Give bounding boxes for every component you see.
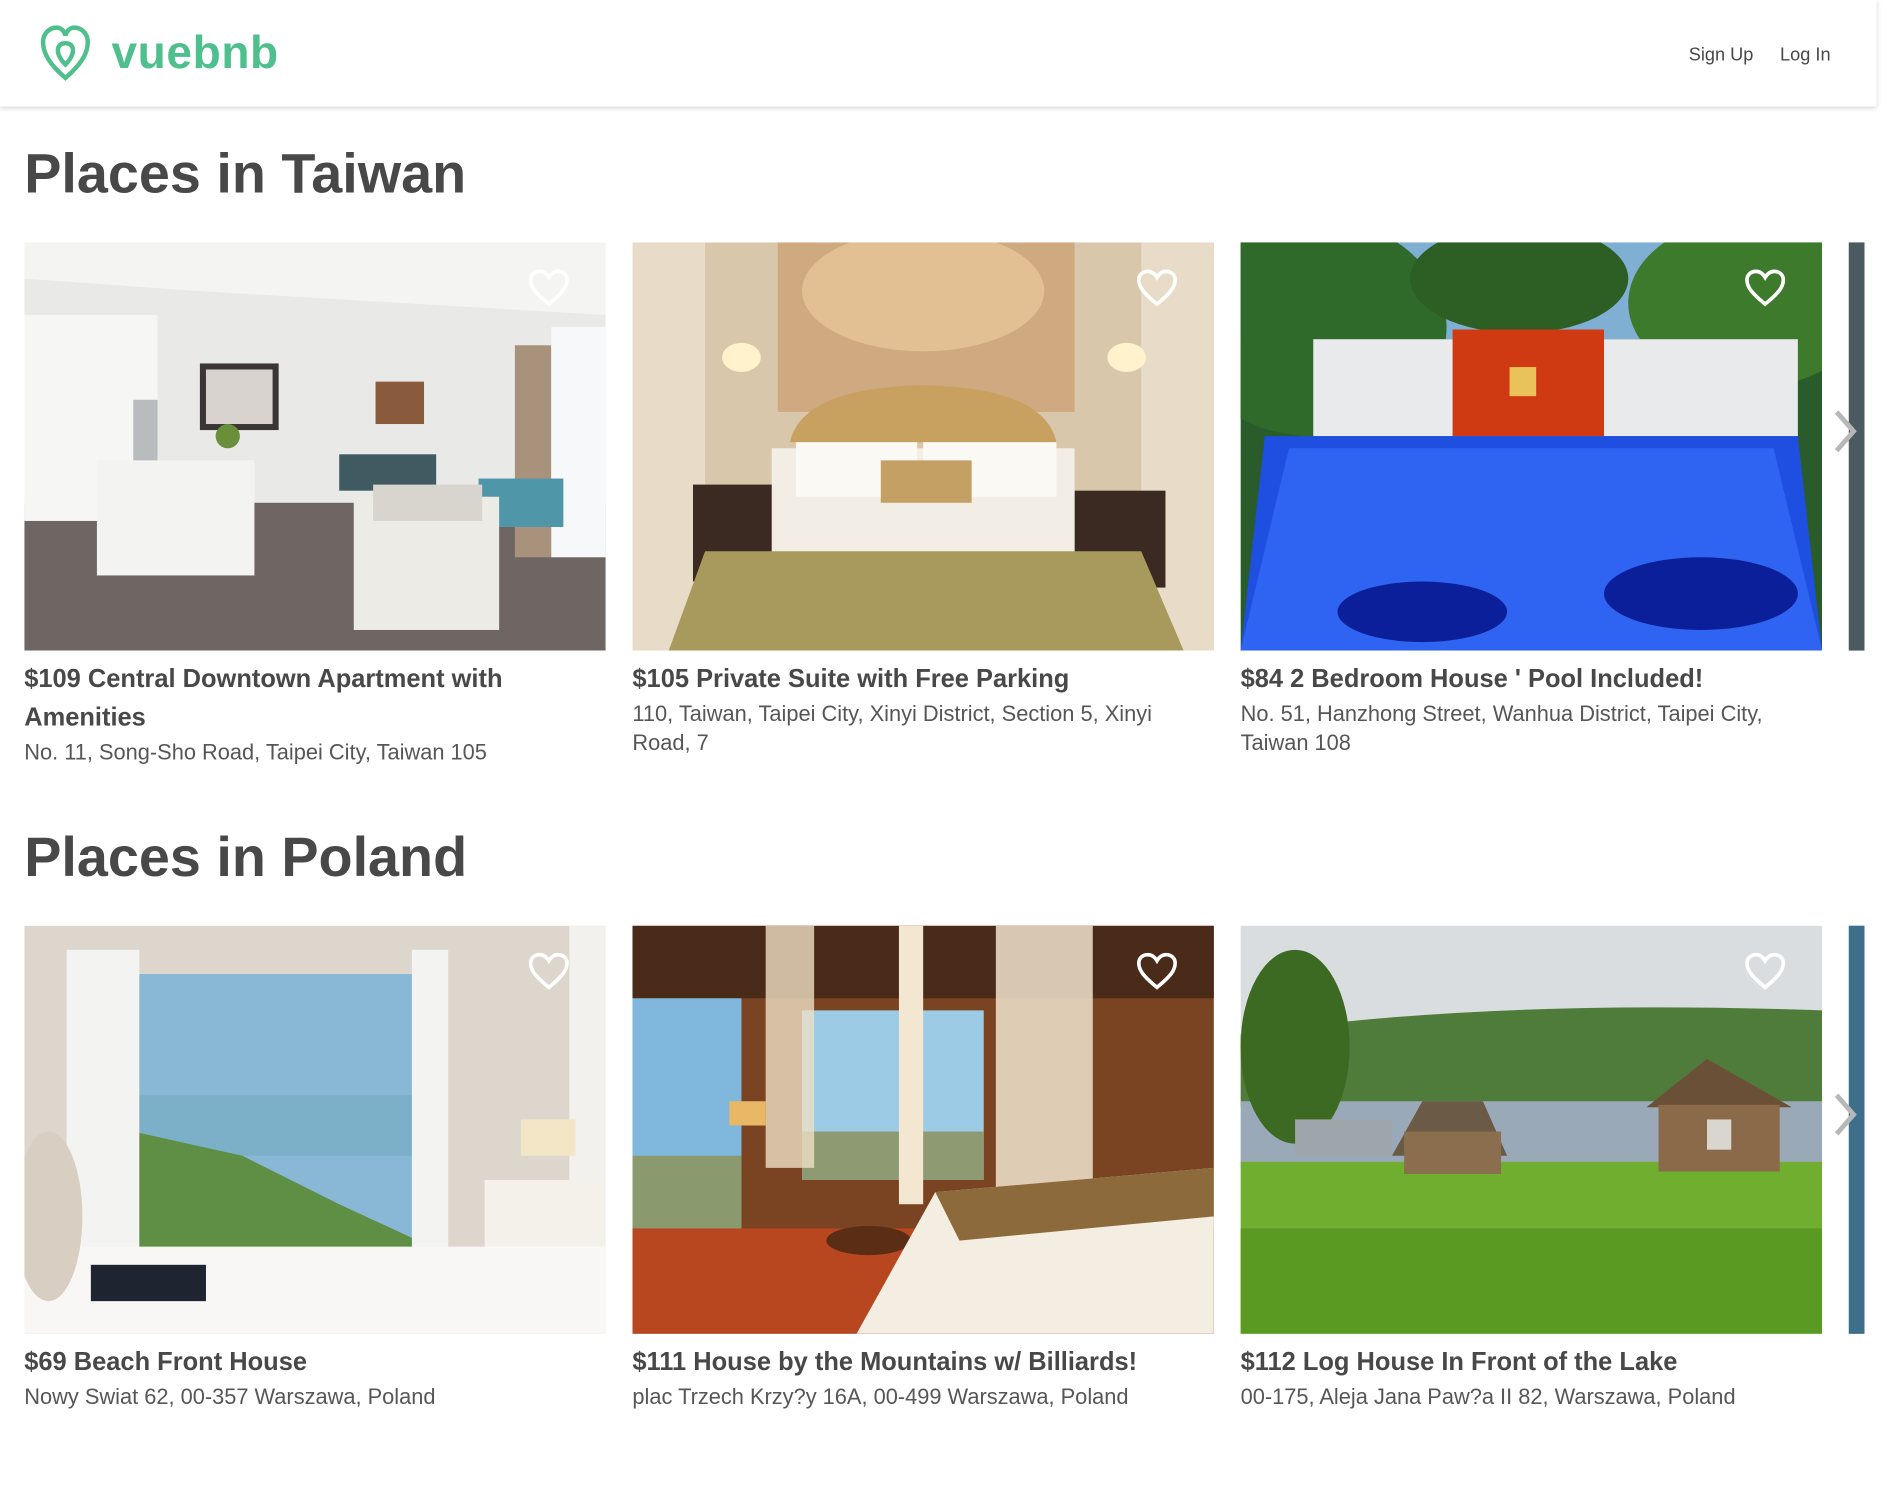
listing-title[interactable]: $69 Beach Front House: [24, 1344, 606, 1383]
signup-link[interactable]: Sign Up: [1689, 45, 1754, 66]
listing-image-canopy-bedroom[interactable]: [632, 925, 1214, 1334]
section-heading: Places in Poland: [24, 825, 468, 889]
listing-image-lake-cabins[interactable]: [1240, 925, 1823, 1334]
heart-icon[interactable]: [528, 952, 569, 991]
listing-address: 110, Taiwan, Taipei City, Xinyi District…: [632, 701, 1152, 755]
listing-card[interactable]: $84 2 Bedroom House ' Pool Included! No.…: [1240, 242, 1823, 757]
section-heading: Places in Taiwan: [24, 141, 467, 205]
site-header: vuebnb Sign Up Log In: [0, 0, 1877, 107]
heart-icon[interactable]: [1136, 269, 1177, 308]
listing-title[interactable]: $112 Log House In Front of the Lake: [1241, 1344, 1823, 1383]
listing-image-hotel-bedroom[interactable]: [632, 242, 1214, 651]
page: vuebnb Sign Up Log In Places in Taiwan $…: [0, 0, 1889, 1448]
listing-address: Nowy Swiat 62, 00-357 Warszawa, Poland: [24, 1384, 436, 1409]
listing-title[interactable]: $105 Private Suite with Free Parking: [632, 660, 1214, 699]
listing-address: 00-175, Aleja Jana Paw?a II 82, Warszawa…: [1240, 1384, 1736, 1409]
vuebnb-logo-icon: [40, 25, 91, 81]
login-link[interactable]: Log In: [1780, 45, 1831, 66]
listing-card[interactable]: $111 House by the Mountains w/ Billiards…: [632, 925, 1214, 1412]
listing-image-blue-pool[interactable]: [1240, 242, 1823, 651]
heart-icon[interactable]: [1136, 952, 1177, 991]
brand-logo[interactable]: vuebnb: [36, 24, 278, 82]
heart-icon[interactable]: [1745, 269, 1786, 308]
listing-card[interactable]: $109 Central Downtown Apartment with Ame…: [24, 242, 606, 767]
listing-address: No. 11, Song-Sho Road, Taipei City, Taiw…: [24, 740, 487, 765]
listing-title[interactable]: $111 House by the Mountains w/ Billiards…: [632, 1344, 1214, 1383]
listing-carousel: $69 Beach Front House Nowy Swiat 62, 00-…: [24, 925, 1865, 1507]
listing-card[interactable]: $112 Log House In Front of the Lake 00-1…: [1240, 925, 1823, 1412]
heart-icon[interactable]: [1745, 952, 1786, 991]
brand-name: vuebnb: [111, 27, 279, 79]
listing-carousel: $109 Central Downtown Apartment with Ame…: [24, 242, 1865, 824]
listing-title[interactable]: $109 Central Downtown Apartment with Ame…: [24, 660, 606, 738]
section-poland: Places in Poland $69 Beach Front House N…: [24, 825, 1865, 1409]
listing-address: No. 51, Hanzhong Street, Wanhua District…: [1240, 701, 1763, 755]
listing-title[interactable]: $84 2 Bedroom House ' Pool Included!: [1241, 660, 1823, 699]
listing-address: plac Trzech Krzy?y 16A, 00-499 Warszawa,…: [632, 1384, 1129, 1409]
heart-icon[interactable]: [528, 269, 569, 308]
listing-card[interactable]: $69 Beach Front House Nowy Swiat 62, 00-…: [24, 925, 606, 1412]
listing-card[interactable]: $105 Private Suite with Free Parking 110…: [632, 242, 1214, 757]
listing-image-seaview-bedroom[interactable]: [24, 925, 606, 1334]
section-taiwan: Places in Taiwan $109 Central Downtown A…: [24, 141, 1865, 764]
header-nav: Sign Up Log In: [1689, 45, 1831, 66]
chevron-right-icon[interactable]: [1829, 407, 1860, 455]
listing-image-living-room[interactable]: [24, 242, 606, 651]
chevron-right-icon[interactable]: [1829, 1090, 1860, 1138]
